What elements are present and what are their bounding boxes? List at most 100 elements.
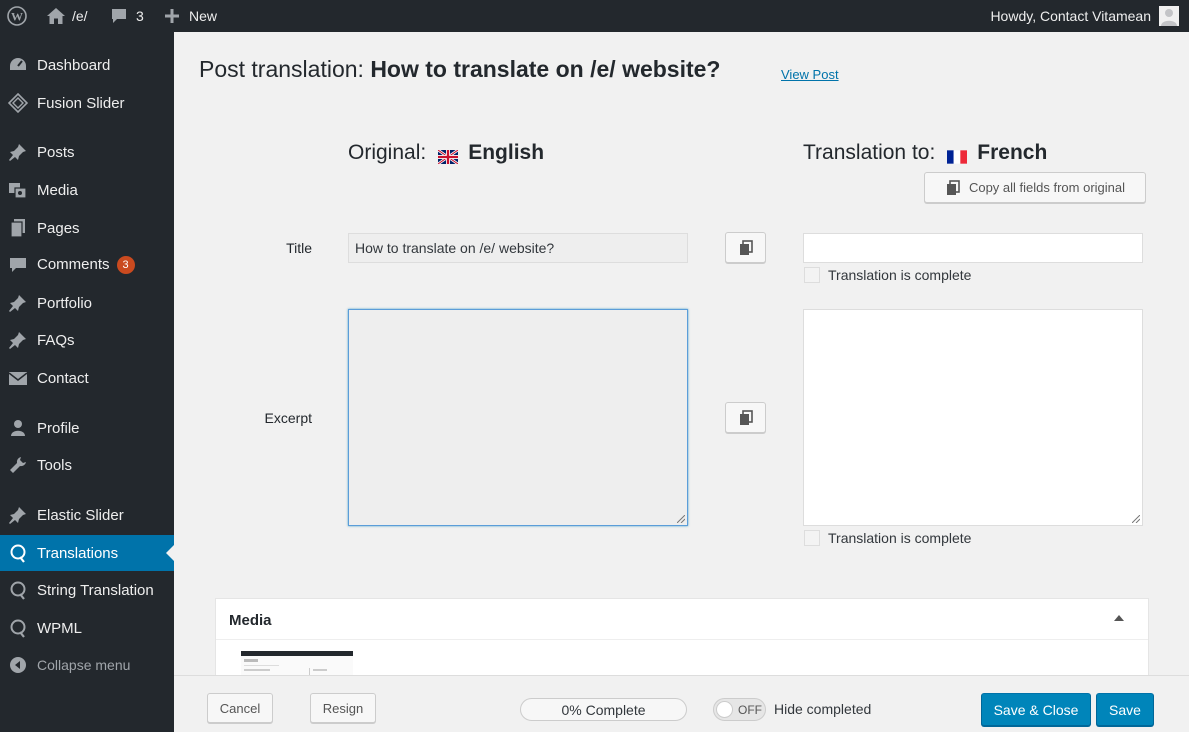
- collapse-arrow-icon[interactable]: [1114, 615, 1124, 621]
- user-icon: [7, 417, 29, 439]
- admin-bar: W /e/ 3 New Howdy, Contact Vitamean: [0, 0, 1189, 32]
- sidebar-item-label: Collapse menu: [37, 657, 131, 673]
- home-icon: [46, 7, 66, 25]
- new-content-link[interactable]: New: [164, 0, 217, 32]
- sidebar-item-label: Dashboard: [37, 56, 111, 74]
- sidebar-item-label: Media: [37, 181, 78, 199]
- sidebar-item-comments[interactable]: Comments 3: [0, 247, 174, 283]
- plus-icon: [164, 8, 180, 24]
- toggle-knob: [716, 701, 733, 718]
- original-title-field: How to translate on /e/ website?: [348, 233, 688, 263]
- wpml-icon: [7, 542, 29, 564]
- sidebar-item-label: Elastic Slider: [37, 506, 124, 524]
- media-thumbnail: [241, 651, 353, 677]
- sidebar-item-fusion-slider[interactable]: Fusion Slider: [0, 85, 174, 121]
- progress-indicator: 0% Complete: [520, 698, 687, 721]
- sidebar-item-label: Translations: [37, 544, 119, 562]
- sidebar-item-portfolio[interactable]: Portfolio: [0, 285, 174, 321]
- excerpt-complete-label: Translation is complete: [828, 530, 972, 546]
- hide-completed-label: Hide completed: [774, 701, 872, 717]
- collapse-menu-button[interactable]: Collapse menu: [0, 647, 174, 683]
- copy-excerpt-button[interactable]: [725, 402, 766, 433]
- media-icon: [7, 179, 29, 201]
- sidebar-item-label-wrap: Comments 3: [37, 256, 135, 274]
- save-close-button[interactable]: Save & Close: [981, 693, 1091, 726]
- sidebar-item-posts[interactable]: Posts: [0, 134, 174, 170]
- title-field-label: Title: [286, 240, 312, 256]
- excerpt-complete-checkbox[interactable]: [804, 530, 820, 546]
- wpml-icon: [7, 617, 29, 639]
- sidebar-item-label: WPML: [37, 619, 82, 637]
- sidebar-item-string-translation[interactable]: String Translation: [0, 572, 174, 608]
- title-complete-checkbox-row[interactable]: Translation is complete: [804, 267, 971, 283]
- sidebar-item-tools[interactable]: Tools: [0, 447, 174, 483]
- excerpt-complete-checkbox-row[interactable]: Translation is complete: [804, 530, 971, 546]
- pin-icon: [7, 141, 29, 163]
- copy-icon: [738, 409, 754, 426]
- uk-flag-icon: [437, 146, 459, 166]
- original-title-value: How to translate on /e/ website?: [355, 240, 555, 256]
- comments-badge: 3: [116, 256, 135, 274]
- sidebar-item-media[interactable]: Media: [0, 172, 174, 208]
- progress-label: 0% Complete: [561, 701, 646, 718]
- original-label: Original:: [348, 141, 427, 164]
- wordpress-logo-icon[interactable]: W: [7, 0, 27, 32]
- avatar: [1159, 6, 1179, 26]
- translation-language-header: Translation to: French: [803, 141, 1047, 165]
- sidebar-item-profile[interactable]: Profile: [0, 410, 174, 446]
- comment-bubble-icon: [110, 7, 128, 25]
- sidebar-item-elastic-slider[interactable]: Elastic Slider: [0, 497, 174, 533]
- title-complete-checkbox[interactable]: [804, 267, 820, 283]
- view-post-link[interactable]: View Post: [781, 67, 839, 82]
- copy-icon: [945, 179, 961, 196]
- sidebar-item-label: Pages: [37, 219, 80, 237]
- sidebar-item-dashboard[interactable]: Dashboard: [0, 47, 174, 83]
- sidebar-item-label: Tools: [37, 456, 73, 474]
- copy-all-button[interactable]: Copy all fields from original: [924, 172, 1146, 203]
- dashboard-icon: [7, 54, 29, 76]
- sidebar-item-translations[interactable]: Translations: [0, 535, 174, 571]
- pin-icon: [7, 292, 29, 314]
- comments-count: 3: [136, 8, 144, 24]
- media-box-title: Media: [229, 612, 272, 629]
- hide-completed-toggle[interactable]: OFF: [713, 698, 766, 721]
- envelope-icon: [7, 367, 29, 389]
- sidebar-item-label: String Translation: [37, 581, 154, 599]
- sidebar-item-label: Comments: [37, 256, 110, 273]
- cancel-button[interactable]: Cancel: [207, 693, 273, 723]
- site-name-link[interactable]: /e/: [46, 0, 88, 32]
- resize-handle-icon[interactable]: [1132, 515, 1140, 523]
- my-account-link[interactable]: Howdy, Contact Vitamean: [990, 0, 1179, 32]
- title-complete-label: Translation is complete: [828, 267, 972, 283]
- toggle-state: OFF: [738, 703, 762, 717]
- sidebar-item-wpml[interactable]: WPML: [0, 610, 174, 646]
- page-title-prefix: Post translation:: [199, 56, 371, 82]
- site-name: /e/: [72, 8, 88, 24]
- sidebar-item-label: Portfolio: [37, 294, 93, 312]
- collapse-icon: [7, 654, 29, 676]
- pages-icon: [7, 217, 29, 239]
- sidebar-item-label: Contact: [37, 369, 89, 387]
- page-title: Post translation: How to translate on /e…: [199, 56, 720, 83]
- original-language-name: English: [468, 141, 545, 164]
- wpml-icon: [7, 579, 29, 601]
- save-button[interactable]: Save: [1096, 693, 1154, 726]
- fusion-slider-icon: [7, 92, 29, 114]
- original-language-header: Original: English: [348, 141, 545, 166]
- admin-sidebar: Dashboard Fusion Slider Posts Media Page…: [0, 32, 174, 732]
- comments-link[interactable]: 3: [110, 0, 144, 32]
- comments-icon: [7, 254, 29, 276]
- translation-excerpt-field[interactable]: [803, 309, 1143, 526]
- copy-icon: [738, 239, 754, 256]
- original-excerpt-field[interactable]: [348, 309, 688, 526]
- pin-icon: [7, 329, 29, 351]
- resize-handle-icon[interactable]: [677, 515, 685, 523]
- copy-title-button[interactable]: [725, 232, 766, 263]
- sidebar-item-pages[interactable]: Pages: [0, 210, 174, 246]
- sidebar-item-faqs[interactable]: FAQs: [0, 322, 174, 358]
- translation-title-field[interactable]: [803, 233, 1143, 263]
- pin-icon: [7, 504, 29, 526]
- resign-button[interactable]: Resign: [310, 693, 376, 723]
- wrench-icon: [7, 454, 29, 476]
- sidebar-item-contact[interactable]: Contact: [0, 360, 174, 396]
